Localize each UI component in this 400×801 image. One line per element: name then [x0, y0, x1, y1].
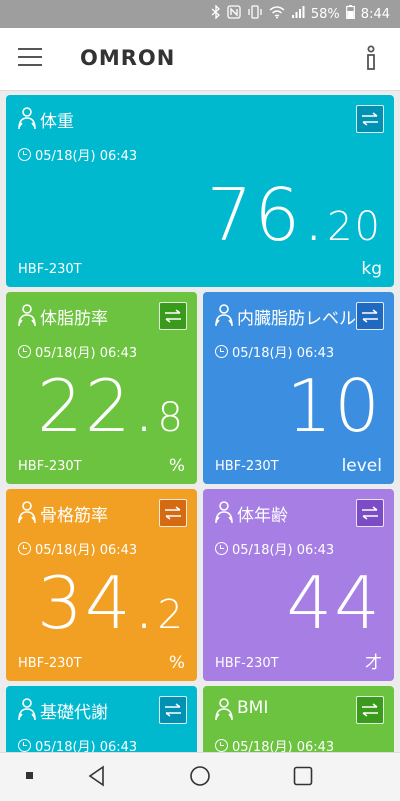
info-icon[interactable]	[364, 44, 378, 72]
value-integer: 44	[286, 561, 382, 645]
card-body-age[interactable]: 体年齢 05/18(月) 06:43 44 HBF-230T 才	[203, 489, 394, 681]
value-integer: 22.	[37, 364, 158, 448]
card-visceral-fat[interactable]: 内臓脂肪レベル 05/18(月) 06:43 10 HBF-230T level	[203, 292, 394, 484]
person-icon	[16, 501, 38, 525]
date-text: 05/18(月) 06:43	[35, 543, 138, 558]
nfc-icon	[227, 5, 241, 23]
battery-icon	[345, 5, 355, 23]
swap-icon[interactable]	[356, 302, 384, 330]
measure-date: 05/18(月) 06:43	[18, 145, 137, 164]
device-model: HBF-230T	[18, 459, 82, 474]
card-body-fat[interactable]: 体脂肪率 05/18(月) 06:43 22.8 HBF-230T%	[6, 292, 197, 484]
overview-button[interactable]	[292, 765, 314, 791]
card-title: 基礎代謝	[40, 703, 108, 723]
device-model: HBF-230T	[18, 262, 82, 277]
value-decimal: 8	[157, 395, 185, 441]
clock-icon	[18, 739, 31, 752]
person-icon	[213, 698, 235, 722]
swap-icon[interactable]	[356, 105, 384, 133]
value-decimal: 2	[157, 592, 185, 638]
card-weight[interactable]: 体重 05/18(月) 06:43 76.20 HBF-230T kg	[6, 95, 394, 287]
value-decimal: 20	[327, 204, 382, 250]
wifi-icon	[269, 5, 285, 23]
clock-icon	[215, 542, 228, 555]
measure-date: 05/18(月) 06:43	[18, 342, 137, 361]
swap-icon[interactable]	[159, 302, 187, 330]
unit-label: %	[168, 653, 185, 673]
omron-logo: OMRON	[80, 46, 176, 70]
device-model: HBF-230T	[18, 656, 82, 671]
person-icon	[16, 107, 38, 131]
value-integer: 76.	[206, 173, 328, 257]
swap-icon[interactable]	[356, 499, 384, 527]
swap-icon[interactable]	[159, 499, 187, 527]
vibrate-icon	[247, 5, 263, 23]
person-icon	[16, 698, 38, 722]
unit-label: kg	[361, 259, 382, 279]
clock-time: 8:44	[360, 6, 390, 22]
card-title: 体重	[40, 112, 74, 132]
date-text: 05/18(月) 06:43	[232, 543, 335, 558]
value-integer: 10	[286, 364, 382, 448]
card-skeletal-muscle[interactable]: 骨格筋率 05/18(月) 06:43 34.2 HBF-230T%	[6, 489, 197, 681]
measure-date: 05/18(月) 06:43	[215, 539, 334, 558]
card-title: 体年齢	[237, 506, 288, 526]
measure-value: 44	[286, 561, 382, 645]
bluetooth-icon	[211, 4, 221, 23]
clock-icon	[18, 542, 31, 555]
home-button[interactable]	[189, 765, 211, 791]
card-title: 体脂肪率	[40, 309, 108, 329]
card-title: 骨格筋率	[40, 506, 108, 526]
card-basal-metabolism[interactable]: 基礎代謝 05/18(月) 06:43	[6, 686, 197, 756]
device-model: HBF-230T	[215, 656, 279, 671]
card-title: BMI	[237, 698, 269, 718]
swap-icon[interactable]	[356, 696, 384, 724]
value-integer: 34.	[37, 561, 158, 645]
person-icon	[213, 304, 235, 328]
card-bmi[interactable]: BMI 05/18(月) 06:43	[203, 686, 394, 756]
date-text: 05/18(月) 06:43	[232, 346, 335, 361]
signal-icon	[291, 5, 305, 23]
unit-label: %	[168, 456, 185, 476]
clock-icon	[215, 345, 228, 358]
date-text: 05/18(月) 06:43	[35, 346, 138, 361]
person-icon	[213, 501, 235, 525]
battery-percent: 58%	[310, 6, 340, 22]
measure-value: 10	[286, 364, 382, 448]
card-title: 内臓脂肪レベル	[237, 309, 356, 329]
swap-icon[interactable]	[159, 696, 187, 724]
recent-dot-button[interactable]	[26, 772, 33, 779]
unit-label: level	[341, 456, 382, 476]
clock-icon	[215, 739, 228, 752]
measure-date: 05/18(月) 06:43	[18, 539, 137, 558]
back-button[interactable]	[86, 765, 108, 791]
measure-date: 05/18(月) 06:43	[215, 342, 334, 361]
navigation-bar	[0, 752, 400, 801]
measure-value: 76.20	[207, 173, 382, 257]
person-icon	[16, 304, 38, 328]
menu-icon[interactable]	[18, 48, 42, 68]
clock-icon	[18, 345, 31, 358]
measure-value: 34.2	[37, 561, 185, 645]
clock-icon	[18, 148, 31, 161]
app-bar: OMRON	[0, 28, 400, 91]
unit-label: 才	[365, 653, 382, 673]
status-bar: 58% 8:44	[0, 0, 400, 28]
measure-value: 22.8	[37, 364, 185, 448]
date-text: 05/18(月) 06:43	[35, 149, 138, 164]
device-model: HBF-230T	[215, 459, 279, 474]
